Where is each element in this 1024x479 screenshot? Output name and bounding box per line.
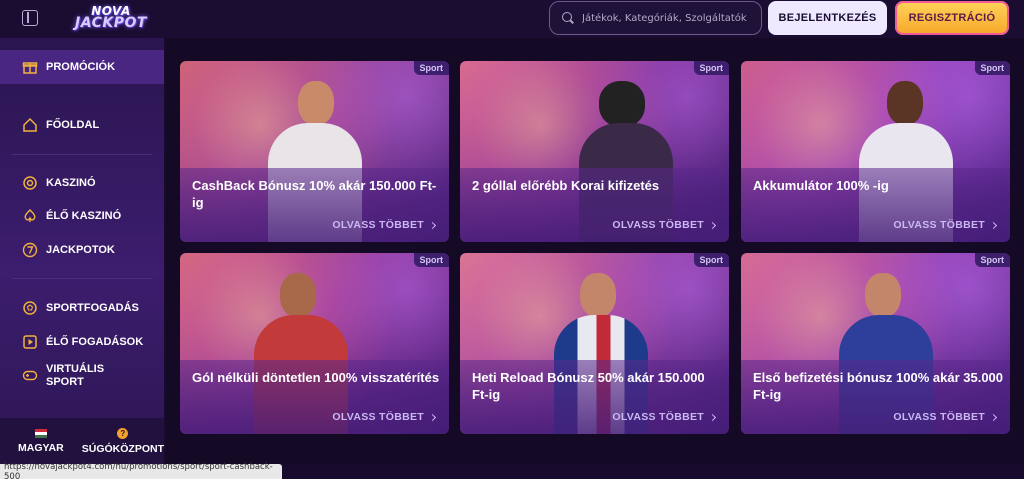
promo-card[interactable]: Sport 2 góllal előrébb Korai kifizetés O… bbox=[460, 61, 729, 242]
sidebar-divider bbox=[12, 278, 152, 279]
language-selector[interactable]: MAGYAR bbox=[0, 418, 82, 464]
sidebar-item-label: FŐOLDAL bbox=[46, 119, 100, 131]
read-more-link[interactable]: OLVASS TÖBBET bbox=[332, 411, 437, 423]
promo-card[interactable]: Sport Gól nélküli döntetlen 100% visszat… bbox=[180, 253, 449, 434]
chevron-right-icon bbox=[428, 413, 437, 421]
help-label: SÚGÓKÖZPONT bbox=[81, 442, 164, 455]
read-more-link[interactable]: OLVASS TÖBBET bbox=[612, 219, 717, 231]
promo-title: Akkumulátor 100% -ig bbox=[753, 178, 889, 193]
sidebar-footer: MAGYAR ? SÚGÓKÖZPONT bbox=[0, 418, 164, 464]
promo-title: Első befizetési bónusz 100% akár 35.000 … bbox=[753, 370, 1004, 402]
read-more-label: OLVASS TÖBBET bbox=[893, 219, 985, 231]
language-label: MAGYAR bbox=[18, 441, 64, 454]
sidebar-item-label: PROMÓCIÓK bbox=[46, 61, 116, 73]
spade-icon bbox=[22, 208, 38, 224]
sport-tag: Sport bbox=[413, 253, 449, 267]
home-icon bbox=[22, 117, 38, 133]
help-center-button[interactable]: ? SÚGÓKÖZPONT bbox=[82, 418, 164, 464]
promo-title: 2 góllal előrébb Korai kifizetés bbox=[472, 178, 660, 193]
top-header: NOVA JACKPOT BEJELENTKEZÉS REGISZTRÁCIÓ bbox=[0, 0, 1024, 38]
promo-title: Heti Reload Bónusz 50% akár 150.000 Ft-i… bbox=[472, 370, 705, 402]
play-icon bbox=[22, 334, 38, 350]
sidebar-item-live-casino[interactable]: ÉLŐ KASZINÓ bbox=[0, 199, 164, 233]
search-icon bbox=[562, 12, 574, 24]
search-box[interactable] bbox=[549, 1, 762, 35]
gift-icon bbox=[22, 59, 38, 75]
promo-card[interactable]: Sport Első befizetési bónusz 100% akár 3… bbox=[741, 253, 1010, 434]
ball-icon bbox=[22, 300, 38, 316]
sport-tag: Sport bbox=[413, 61, 449, 75]
sidebar-item-home[interactable]: FŐOLDAL bbox=[0, 108, 164, 142]
logo[interactable]: NOVA JACKPOT bbox=[62, 2, 160, 34]
sidebar: PROMÓCIÓK FŐOLDAL KASZINÓ ÉLŐ KASZINÓ JA… bbox=[0, 38, 164, 464]
sidebar-toggle-icon[interactable] bbox=[22, 10, 38, 26]
promo-card[interactable]: Sport Akkumulátor 100% -ig OLVASS TÖBBET bbox=[741, 61, 1010, 242]
promo-card[interactable]: Sport CashBack Bónusz 10% akár 150.000 F… bbox=[180, 61, 449, 242]
logo-line2: JACKPOT bbox=[75, 15, 147, 32]
read-more-label: OLVASS TÖBBET bbox=[612, 411, 704, 423]
sidebar-item-label: VIRTUÁLIS SPORT bbox=[46, 363, 105, 388]
sidebar-item-label: ÉLŐ FOGADÁSOK bbox=[46, 336, 144, 348]
promo-card[interactable]: Sport Heti Reload Bónusz 50% akár 150.00… bbox=[460, 253, 729, 434]
chevron-right-icon bbox=[428, 221, 437, 229]
sidebar-item-sports-betting[interactable]: SPORTFOGADÁS bbox=[0, 291, 164, 325]
read-more-link[interactable]: OLVASS TÖBBET bbox=[332, 219, 437, 231]
sport-tag: Sport bbox=[693, 61, 729, 75]
sidebar-divider bbox=[12, 154, 152, 155]
sport-tag: Sport bbox=[974, 61, 1010, 75]
help-icon: ? bbox=[117, 427, 129, 439]
promo-title: Gól nélküli döntetlen 100% visszatérítés bbox=[192, 370, 440, 385]
register-button[interactable]: REGISZTRÁCIÓ bbox=[895, 1, 1009, 35]
hungary-flag-icon bbox=[34, 428, 47, 438]
sidebar-item-label: SPORTFOGADÁS bbox=[46, 302, 139, 314]
read-more-link[interactable]: OLVASS TÖBBET bbox=[893, 411, 998, 423]
seven-icon bbox=[22, 242, 38, 258]
chevron-right-icon bbox=[708, 413, 717, 421]
read-more-label: OLVASS TÖBBET bbox=[332, 219, 424, 231]
search-input[interactable] bbox=[582, 12, 757, 24]
sport-tag: Sport bbox=[974, 253, 1010, 267]
sidebar-item-promotions[interactable]: PROMÓCIÓK bbox=[0, 50, 164, 84]
sidebar-item-label: KASZINÓ bbox=[46, 177, 96, 189]
promotions-grid: Sport CashBack Bónusz 10% akár 150.000 F… bbox=[166, 38, 1024, 464]
chevron-right-icon bbox=[708, 221, 717, 229]
browser-status-url: https://novajackpot4.com/hu/promotions/s… bbox=[0, 462, 282, 479]
sidebar-item-live-betting[interactable]: ÉLŐ FOGADÁSOK bbox=[0, 325, 164, 359]
gamepad-icon bbox=[22, 367, 38, 383]
sidebar-item-casino[interactable]: KASZINÓ bbox=[0, 166, 164, 200]
sport-tag: Sport bbox=[693, 253, 729, 267]
read-more-label: OLVASS TÖBBET bbox=[612, 219, 704, 231]
chevron-right-icon bbox=[989, 413, 998, 421]
read-more-label: OLVASS TÖBBET bbox=[332, 411, 424, 423]
promo-title: CashBack Bónusz 10% akár 150.000 Ft-ig bbox=[192, 178, 437, 210]
chevron-right-icon bbox=[989, 221, 998, 229]
read-more-link[interactable]: OLVASS TÖBBET bbox=[893, 219, 998, 231]
sidebar-item-label: JACKPOTOK bbox=[46, 244, 115, 256]
sidebar-item-label: ÉLŐ KASZINÓ bbox=[46, 210, 122, 222]
read-more-label: OLVASS TÖBBET bbox=[893, 411, 985, 423]
read-more-link[interactable]: OLVASS TÖBBET bbox=[612, 411, 717, 423]
casino-chip-icon bbox=[22, 175, 38, 191]
sidebar-item-jackpots[interactable]: JACKPOTOK bbox=[0, 233, 164, 267]
login-button[interactable]: BEJELENTKEZÉS bbox=[768, 1, 887, 35]
sidebar-item-virtual-sports[interactable]: VIRTUÁLIS SPORT bbox=[0, 361, 164, 397]
